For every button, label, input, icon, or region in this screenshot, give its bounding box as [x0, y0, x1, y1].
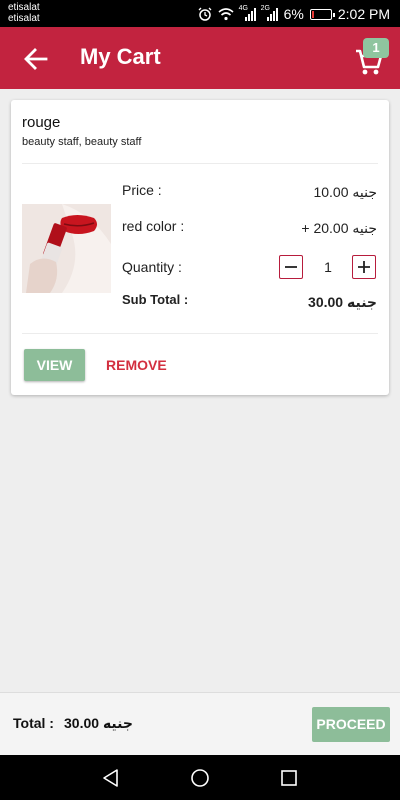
back-button[interactable] — [22, 46, 50, 72]
total-value: 30.00 جنيه — [64, 715, 133, 731]
option-value: + 20.00 جنيه — [301, 220, 377, 236]
page-title: My Cart — [80, 44, 161, 69]
nav-recents-button[interactable] — [278, 767, 300, 789]
cart-item-card: rouge beauty staff, beauty staff Price :… — [11, 100, 389, 395]
square-recents-icon — [281, 770, 297, 786]
triangle-back-icon — [103, 769, 118, 787]
option-label: red color : — [122, 218, 185, 234]
quantity-decrease-button[interactable] — [279, 255, 303, 279]
carrier-2: etisalat — [8, 13, 40, 24]
status-bar: etisalat etisalat 4G 2G 6% 2:02 PM — [0, 0, 400, 27]
subtotal-label: Sub Total : — [122, 292, 189, 307]
subtotal-value: 30.00 جنيه — [308, 294, 377, 310]
divider-top — [22, 163, 378, 164]
quantity-label: Quantity : — [122, 259, 182, 275]
carrier-1: etisalat — [8, 2, 40, 13]
signal-2: 2G — [261, 5, 278, 21]
product-name: rouge — [22, 114, 61, 131]
product-category: beauty staff, beauty staff — [22, 136, 142, 148]
proceed-button[interactable]: PROCEED — [312, 707, 390, 742]
signal-2-icon — [266, 7, 278, 21]
battery-percent: 6% — [283, 6, 304, 22]
product-image — [22, 204, 111, 293]
battery-icon — [309, 8, 335, 20]
minus-icon — [285, 266, 297, 268]
app-bar: My Cart 1 — [0, 27, 400, 89]
lipstick-lips-image — [22, 204, 111, 293]
plus-icon — [358, 261, 370, 273]
nav-home-button[interactable] — [189, 767, 211, 789]
status-icons: 4G 2G 6% 2:02 PM — [198, 4, 390, 24]
quantity-increase-button[interactable] — [352, 255, 376, 279]
nav-back-button[interactable] — [100, 767, 122, 789]
cart-count-badge: 1 — [363, 38, 389, 58]
clock: 2:02 PM — [337, 6, 390, 22]
wifi-icon — [218, 7, 234, 20]
divider-bottom — [22, 333, 378, 334]
circle-home-icon — [191, 769, 209, 787]
total-label: Total : — [13, 715, 54, 731]
view-button[interactable]: VIEW — [24, 349, 85, 381]
quantity-value: 1 — [324, 259, 332, 275]
signal-1-icon — [244, 7, 256, 21]
price-value: 10.00 جنيه — [313, 184, 377, 200]
system-nav-bar — [0, 755, 400, 800]
price-label: Price : — [122, 182, 162, 198]
arrow-left-icon — [24, 48, 48, 70]
carrier-names: etisalat etisalat — [8, 2, 40, 24]
signal-1: 4G — [239, 5, 256, 21]
total-bar: Total : 30.00 جنيه PROCEED — [0, 692, 400, 755]
alarm-icon — [198, 7, 212, 21]
remove-button[interactable]: REMOVE — [106, 349, 167, 381]
